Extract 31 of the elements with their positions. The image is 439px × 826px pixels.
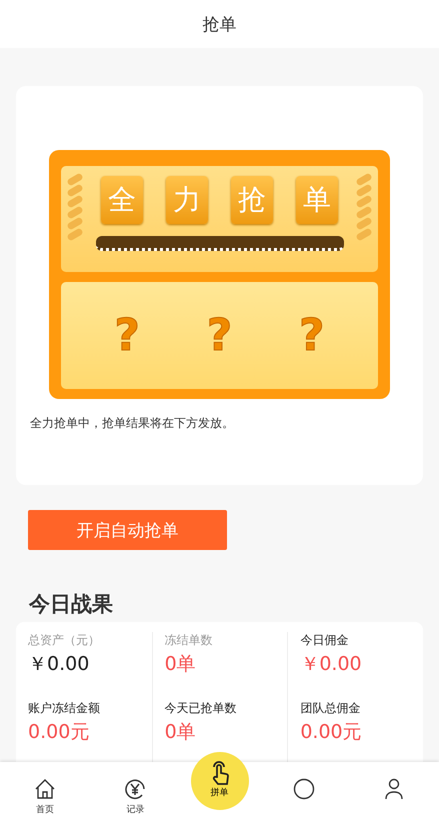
stat-label: 今日佣金 [300,632,348,649]
letter-tile: 单 [296,176,338,224]
stat-value: 0.00元 [300,720,362,745]
section-title: 今日战果 [29,591,114,618]
user-icon [382,778,405,800]
stat-label: 账户冻结金额 [28,700,100,717]
stripe-decoration [356,176,372,238]
yen-circle-icon [124,778,146,800]
status-text: 全力抢单中，抢单结果将在下方发放。 [30,415,235,432]
stripe-decoration [67,176,83,238]
stat-value: ￥0.00 [300,652,362,677]
stat-label: 总资产（元） [28,632,100,649]
nav-tab[interactable]: 记录 [90,762,180,826]
letter-tile: 力 [166,176,208,224]
stat-value: 0.00元 [28,720,90,745]
stat-label: 冻结单数 [164,632,213,649]
page-title: 抢单 [202,14,236,36]
question-mark: ? [299,310,325,361]
stat-label: 团队总佣金 [300,700,360,717]
question-mark: ? [206,310,232,361]
stat-value: ￥0.00 [28,652,90,677]
letter-tile: 抢 [231,176,273,224]
circle-icon [292,778,315,800]
home-icon [34,778,56,800]
letter-tile: 全 [101,176,143,224]
center-nav-button[interactable]: 拼单 [190,752,248,810]
question-mark: ? [114,310,140,361]
stat-value: 0单 [164,720,196,745]
stat-label: 今天已抢单数 [164,700,237,717]
stat-value: 0单 [164,652,196,677]
nav-tab[interactable]: 首页 [0,762,90,826]
